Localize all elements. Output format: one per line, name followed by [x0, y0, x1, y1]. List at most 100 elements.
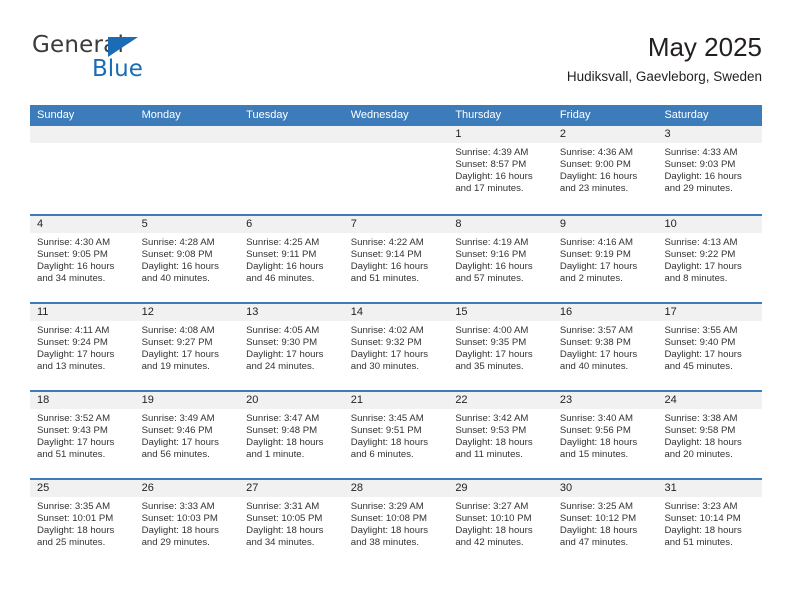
weekday-header-wednesday: Wednesday [350, 109, 409, 121]
sunrise-text: Sunrise: 4:30 AM [37, 237, 111, 248]
day-sun-info: Sunrise: 4:39 AM Sunset: 8:57 PM Daylight:… [448, 143, 553, 195]
day-cell[interactable]: 12 Sunrise: 4:08 AM Sunset: 9:27 PM Dayligh… [134, 304, 240, 390]
day-number: 12 [134, 304, 240, 321]
day-number: 20 [239, 392, 344, 409]
daylight-text-line1: Daylight: 17 hours [559, 349, 638, 361]
day-sun-info: Sunrise: 4:19 AM Sunset: 9:16 PM Daylight:… [448, 233, 553, 285]
daylight-text-line1: Daylight: 16 hours [559, 171, 638, 183]
sunset-text: Sunset: 10:10 PM [455, 513, 532, 525]
day-cell[interactable]: 31 Sunrise: 3:23 AM Sunset: 10:14 PM Daylig… [657, 480, 763, 566]
sunset-text: Sunset: 9:14 PM [350, 249, 422, 261]
day-cell[interactable]: 2 Sunrise: 4:36 AM Sunset: 9:00 PM Daylight… [552, 126, 658, 214]
day-cell[interactable]: 27 Sunrise: 3:31 AM Sunset: 10:05 PM Daylig… [239, 480, 344, 566]
sunset-text: Sunset: 10:12 PM [559, 513, 637, 525]
daylight-text-line2: and 40 minutes. [559, 361, 629, 373]
day-cell[interactable]: 21 Sunrise: 3:45 AM Sunset: 9:51 PM Dayligh… [343, 392, 449, 478]
day-cell[interactable]: 4 Sunrise: 4:30 AM Sunset: 9:05 PM Daylight… [30, 216, 135, 302]
daylight-text-line1: Daylight: 17 hours [37, 437, 115, 449]
day-number: 11 [30, 304, 135, 321]
sunset-text: Sunset: 10:05 PM [246, 513, 323, 525]
day-cell[interactable]: 17 Sunrise: 3:55 AM Sunset: 9:40 PM Dayligh… [657, 304, 763, 390]
day-cell[interactable]: 19 Sunrise: 3:49 AM Sunset: 9:46 PM Dayligh… [134, 392, 240, 478]
daylight-text-line2: and 45 minutes. [664, 361, 733, 373]
sunset-text: Sunset: 9:51 PM [350, 425, 422, 437]
sunrise-text: Sunrise: 4:28 AM [141, 237, 215, 248]
day-cell[interactable]: 1 Sunrise: 4:39 AM Sunset: 8:57 PM Daylight… [448, 126, 553, 214]
sunset-text: Sunset: 9:22 PM [664, 249, 736, 261]
daylight-text-line1: Daylight: 17 hours [559, 261, 638, 273]
sunrise-text: Sunrise: 3:31 AM [246, 501, 320, 512]
daylight-text-line1: Daylight: 17 hours [664, 261, 742, 273]
day-number: 6 [239, 216, 344, 233]
daylight-text-line1: Daylight: 18 hours [246, 525, 324, 537]
daylight-text-line1: Daylight: 16 hours [664, 171, 742, 183]
weekday-header-saturday: Saturday [664, 109, 709, 121]
day-sun-info: Sunrise: 3:35 AM Sunset: 10:01 PM Daylight… [30, 497, 135, 549]
calendar-week-row: 25 Sunrise: 3:35 AM Sunset: 10:01 PM Daylig… [30, 478, 763, 566]
day-number: 26 [134, 480, 240, 497]
daylight-text-line1: Daylight: 17 hours [141, 437, 219, 449]
day-sun-info: Sunrise: 4:11 AM Sunset: 9:24 PM Daylight:… [30, 321, 135, 373]
sunset-text: Sunset: 9:11 PM [246, 249, 317, 261]
sunset-text: Sunset: 9:00 PM [559, 159, 631, 171]
day-sun-info: Sunrise: 4:36 AM Sunset: 9:00 PM Daylight:… [553, 143, 658, 195]
sunrise-text: Sunrise: 3:45 AM [350, 413, 424, 424]
daylight-text-line1: Daylight: 17 hours [455, 349, 533, 361]
day-cell[interactable]: 28 Sunrise: 3:29 AM Sunset: 10:08 PM Daylig… [343, 480, 449, 566]
daylight-text-line2: and 23 minutes. [559, 183, 629, 195]
day-cell[interactable]: 25 Sunrise: 3:35 AM Sunset: 10:01 PM Daylig… [30, 480, 135, 566]
daylight-text-line2: and 15 minutes. [559, 449, 629, 461]
day-number: 19 [134, 392, 240, 409]
sunrise-text: Sunrise: 3:47 AM [246, 413, 320, 424]
sunrise-text: Sunrise: 3:57 AM [559, 325, 633, 336]
day-cell[interactable]: 3 Sunrise: 4:33 AM Sunset: 9:03 PM Daylight… [657, 126, 763, 214]
daylight-text-line1: Daylight: 18 hours [455, 437, 533, 449]
logo-text-blue: Blue [92, 56, 143, 82]
day-sun-info: Sunrise: 4:13 AM Sunset: 9:22 PM Daylight:… [657, 233, 762, 285]
day-cell[interactable]: 26 Sunrise: 3:33 AM Sunset: 10:03 PM Daylig… [134, 480, 240, 566]
sunset-text: Sunset: 9:16 PM [455, 249, 527, 261]
calendar-week-row: 4 Sunrise: 4:30 AM Sunset: 9:05 PM Daylight… [30, 214, 763, 302]
daylight-text-line2: and 13 minutes. [37, 361, 106, 373]
daylight-text-line2: and 8 minutes. [664, 273, 728, 285]
day-cell[interactable]: 18 Sunrise: 3:52 AM Sunset: 9:43 PM Dayligh… [30, 392, 135, 478]
day-cell[interactable]: 9 Sunrise: 4:16 AM Sunset: 9:19 PM Daylight… [552, 216, 658, 302]
day-cell[interactable]: 29 Sunrise: 3:27 AM Sunset: 10:10 PM Daylig… [448, 480, 553, 566]
sunset-text: Sunset: 9:24 PM [37, 337, 108, 349]
day-cell[interactable]: 23 Sunrise: 3:40 AM Sunset: 9:56 PM Dayligh… [552, 392, 658, 478]
day-number: 3 [657, 126, 763, 143]
sunset-text: Sunset: 10:01 PM [37, 513, 114, 525]
day-cell[interactable]: 16 Sunrise: 3:57 AM Sunset: 9:38 PM Dayligh… [552, 304, 658, 390]
day-cell[interactable]: 15 Sunrise: 4:00 AM Sunset: 9:35 PM Dayligh… [448, 304, 553, 390]
day-sun-info: Sunrise: 4:08 AM Sunset: 9:27 PM Daylight:… [135, 321, 240, 373]
day-cell[interactable]: 10 Sunrise: 4:13 AM Sunset: 9:22 PM Dayligh… [657, 216, 763, 302]
day-cell[interactable]: 6 Sunrise: 4:25 AM Sunset: 9:11 PM Daylight… [239, 216, 344, 302]
day-cell[interactable]: 30 Sunrise: 3:25 AM Sunset: 10:12 PM Daylig… [552, 480, 658, 566]
sunrise-text: Sunrise: 3:25 AM [559, 501, 633, 512]
day-number: 23 [552, 392, 658, 409]
calendar-week-row: 11 Sunrise: 4:11 AM Sunset: 9:24 PM Dayligh… [30, 302, 763, 390]
day-cell[interactable]: 7 Sunrise: 4:22 AM Sunset: 9:14 PM Daylight… [343, 216, 449, 302]
daylight-text-line1: Daylight: 17 hours [37, 349, 115, 361]
day-cell[interactable]: 24 Sunrise: 3:38 AM Sunset: 9:58 PM Dayligh… [657, 392, 763, 478]
daylight-text-line1: Daylight: 18 hours [664, 525, 742, 537]
daylight-text-line2: and 34 minutes. [37, 273, 106, 285]
sunrise-text: Sunrise: 4:02 AM [350, 325, 424, 336]
daylight-text-line2: and 40 minutes. [141, 273, 210, 285]
day-cell[interactable]: 20 Sunrise: 3:47 AM Sunset: 9:48 PM Dayligh… [239, 392, 344, 478]
day-cell[interactable]: 13 Sunrise: 4:05 AM Sunset: 9:30 PM Dayligh… [239, 304, 344, 390]
day-cell[interactable]: 8 Sunrise: 4:19 AM Sunset: 9:16 PM Daylight… [448, 216, 553, 302]
day-number: 22 [448, 392, 553, 409]
day-sun-info: Sunrise: 3:40 AM Sunset: 9:56 PM Daylight:… [553, 409, 658, 461]
sunrise-text: Sunrise: 4:13 AM [664, 237, 738, 248]
day-cell[interactable]: 5 Sunrise: 4:28 AM Sunset: 9:08 PM Daylight… [134, 216, 240, 302]
general-blue-logo[interactable]: General Blue [30, 32, 260, 90]
day-sun-info: Sunrise: 3:47 AM Sunset: 9:48 PM Daylight:… [239, 409, 344, 461]
day-cell[interactable]: 22 Sunrise: 3:42 AM Sunset: 9:53 PM Dayligh… [448, 392, 553, 478]
daylight-text-line2: and 20 minutes. [664, 449, 733, 461]
day-cell[interactable]: 11 Sunrise: 4:11 AM Sunset: 9:24 PM Dayligh… [30, 304, 135, 390]
day-cell[interactable]: 14 Sunrise: 4:02 AM Sunset: 9:32 PM Dayligh… [343, 304, 449, 390]
sunrise-text: Sunrise: 4:05 AM [246, 325, 320, 336]
day-number: 4 [30, 216, 135, 233]
sunrise-text: Sunrise: 4:25 AM [246, 237, 320, 248]
